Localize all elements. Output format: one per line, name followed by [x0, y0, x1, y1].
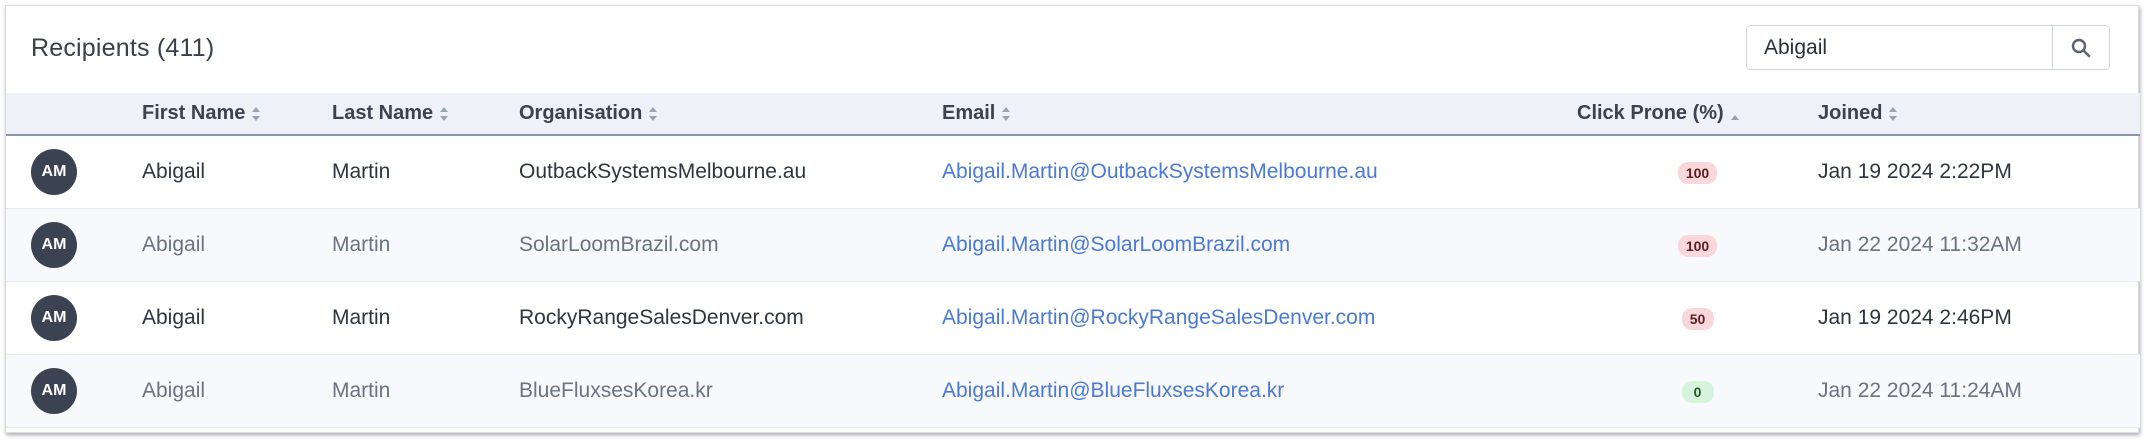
- first-name-cell: Abigail: [142, 305, 206, 329]
- joined-cell: Jan 22 2024 11:24AM: [1818, 378, 2022, 402]
- email-link[interactable]: Abigail.Martin@RockyRangeSalesDenver.com: [942, 281, 1577, 354]
- organisation-cell: SolarLoomBrazil.com: [519, 232, 719, 256]
- avatar: AM: [31, 294, 77, 341]
- click-prone-badge: 100: [1677, 161, 1718, 184]
- avatar: AM: [31, 221, 77, 268]
- sort-icon: [1002, 106, 1011, 121]
- organisation-cell: OutbackSystemsMelbourne.au: [519, 159, 807, 183]
- joined-cell: Jan 19 2024 2:46PM: [1818, 305, 2012, 329]
- last-name-cell: Martin: [332, 159, 391, 183]
- sort-icon: [649, 106, 658, 121]
- last-name-cell: Martin: [332, 305, 391, 329]
- card-header: Recipients (411): [6, 6, 2138, 93]
- joined-cell: Jan 22 2024 11:32AM: [1818, 232, 2022, 256]
- click-prone-badge: 0: [1681, 380, 1714, 403]
- column-header-first-name[interactable]: First Name: [142, 93, 332, 135]
- recipients-card: Recipients (411) First Name: [5, 5, 2140, 433]
- table-row[interactable]: AM Abigail Martin BlueFluxsesKorea.kr Ab…: [6, 354, 2140, 427]
- last-name-cell: Martin: [332, 378, 391, 402]
- first-name-cell: Abigail: [142, 378, 206, 402]
- search-icon: [2071, 38, 2091, 57]
- search-group: [1746, 25, 2110, 70]
- column-header-avatar: [6, 93, 142, 135]
- email-link[interactable]: Abigail.Martin@OutbackSystemsMelbourne.a…: [942, 135, 1577, 208]
- first-name-cell: Abigail: [142, 159, 206, 183]
- search-button[interactable]: [2052, 26, 2109, 69]
- organisation-cell: BlueFluxsesKorea.kr: [519, 378, 713, 402]
- first-name-cell: Abigail: [142, 232, 206, 256]
- recipients-table: First Name Last Name Organisation Email …: [6, 93, 2140, 428]
- click-prone-badge: 100: [1677, 234, 1718, 257]
- column-header-click-prone[interactable]: Click Prone (%): [1577, 93, 1818, 135]
- search-input[interactable]: [1747, 26, 2052, 69]
- sort-ascending-icon: [1730, 114, 1739, 120]
- column-header-email[interactable]: Email: [942, 93, 1577, 135]
- table-row[interactable]: AM Abigail Martin SolarLoomBrazil.com Ab…: [6, 208, 2140, 281]
- avatar: AM: [31, 367, 77, 414]
- table-row[interactable]: AM Abigail Martin OutbackSystemsMelbourn…: [6, 135, 2140, 208]
- column-header-organisation[interactable]: Organisation: [519, 93, 942, 135]
- page-title: Recipients (411): [31, 34, 215, 62]
- sort-icon: [252, 106, 261, 121]
- column-header-last-name[interactable]: Last Name: [332, 93, 519, 135]
- organisation-cell: RockyRangeSalesDenver.com: [519, 305, 804, 329]
- email-link[interactable]: Abigail.Martin@BlueFluxsesKorea.kr: [942, 354, 1577, 427]
- email-link[interactable]: Abigail.Martin@SolarLoomBrazil.com: [942, 208, 1577, 281]
- click-prone-badge: 50: [1681, 307, 1714, 330]
- joined-cell: Jan 19 2024 2:22PM: [1818, 159, 2012, 183]
- sort-icon: [1889, 106, 1898, 121]
- column-header-joined[interactable]: Joined: [1818, 93, 2140, 135]
- table-row[interactable]: AM Abigail Martin RockyRangeSalesDenver.…: [6, 281, 2140, 354]
- table-header-row: First Name Last Name Organisation Email …: [6, 93, 2140, 135]
- last-name-cell: Martin: [332, 232, 391, 256]
- sort-icon: [440, 106, 449, 121]
- avatar: AM: [31, 148, 77, 195]
